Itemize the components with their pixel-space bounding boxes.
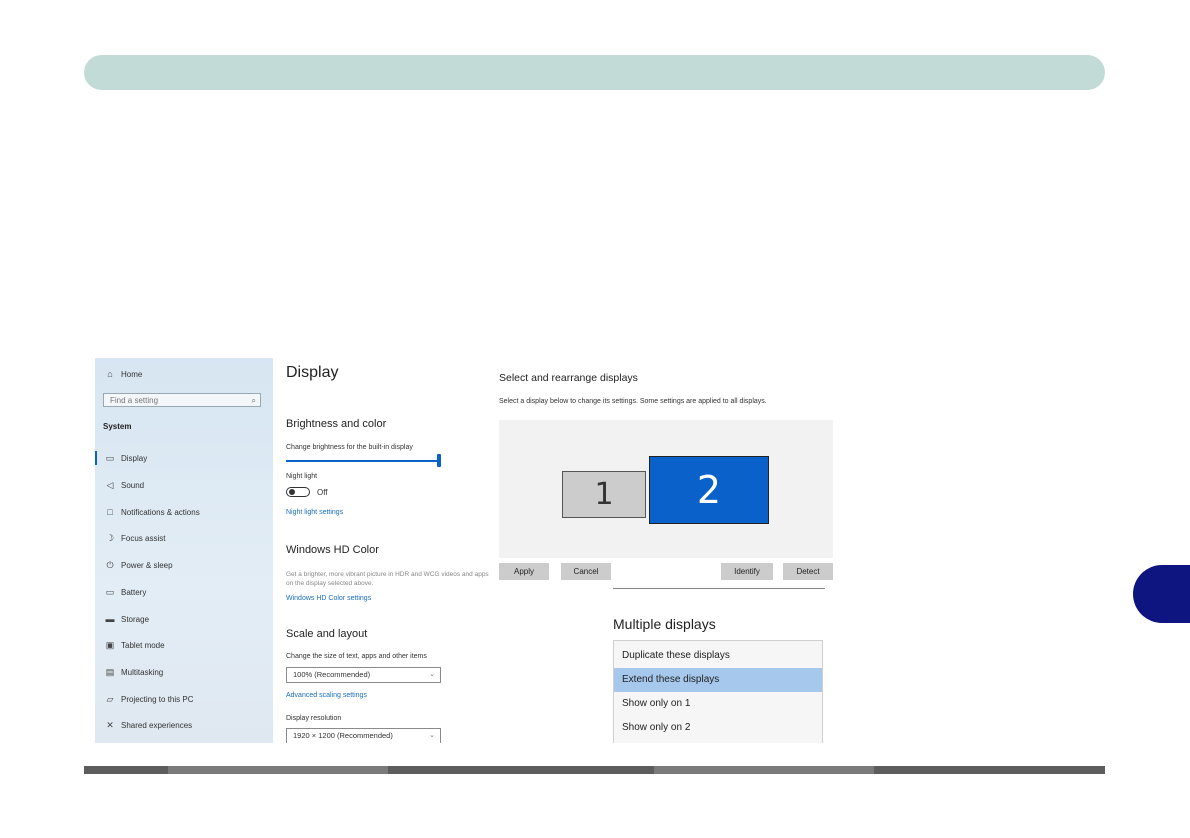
chapter-tab bbox=[1133, 565, 1190, 623]
sidebar-item-label: Home bbox=[121, 369, 143, 379]
sidebar-item-power-sleep[interactable]: ⏻ Power & sleep bbox=[95, 555, 273, 575]
night-light-toggle[interactable] bbox=[286, 487, 310, 497]
divider bbox=[613, 588, 825, 589]
night-light-state: Off bbox=[317, 488, 328, 497]
power-icon: ⏻ bbox=[106, 559, 114, 570]
brightness-slider-thumb[interactable] bbox=[437, 454, 441, 467]
multiple-displays-title: Multiple displays bbox=[613, 616, 716, 632]
sidebar-item-label: Power & sleep bbox=[121, 560, 173, 570]
sidebar-item-home[interactable]: ⌂ Home bbox=[95, 364, 273, 384]
night-light-label: Night light bbox=[286, 473, 318, 480]
sidebar: ⌂ Home Find a setting ⌕ System ▭ Display… bbox=[95, 358, 273, 743]
arrange-title: Select and rearrange displays bbox=[499, 372, 638, 384]
header-band bbox=[84, 55, 1105, 90]
monitor-2[interactable]: 2 bbox=[649, 456, 769, 524]
sidebar-item-shared-experiences[interactable]: ✕ Shared experiences bbox=[95, 715, 273, 735]
sidebar-item-multitasking[interactable]: ▤ Multitasking bbox=[95, 662, 273, 682]
chevron-down-icon: ⌄ bbox=[429, 732, 435, 739]
advanced-scaling-link[interactable]: Advanced scaling settings bbox=[286, 692, 367, 699]
identify-button[interactable]: Identify bbox=[721, 563, 773, 580]
sidebar-item-tablet-mode[interactable]: ▣ Tablet mode bbox=[95, 635, 273, 655]
search-icon: ⌕ bbox=[251, 396, 256, 405]
apply-button[interactable]: Apply bbox=[499, 563, 549, 580]
resolution-dropdown[interactable]: 1920 × 1200 (Recommended) ⌄ bbox=[286, 728, 441, 743]
sidebar-item-label: Focus assist bbox=[121, 533, 166, 543]
page-title: Display bbox=[286, 364, 339, 381]
brightness-slider-track[interactable] bbox=[286, 460, 440, 462]
option-show-only-1[interactable]: Show only on 1 bbox=[614, 692, 822, 716]
sidebar-item-storage[interactable]: ▬ Storage bbox=[95, 609, 273, 629]
section-label: System bbox=[103, 422, 132, 431]
search-input[interactable]: Find a setting ⌕ bbox=[103, 393, 261, 407]
footer-rule-segment bbox=[168, 766, 388, 774]
sidebar-item-label: Battery bbox=[121, 587, 147, 597]
moon-icon: ☽ bbox=[105, 532, 115, 543]
option-duplicate[interactable]: Duplicate these displays bbox=[614, 644, 822, 668]
hdr-description: Get a brighter, more vibrant picture in … bbox=[286, 571, 489, 587]
scale-dropdown-value: 100% (Recommended) bbox=[293, 670, 371, 679]
arrange-panel: Select and rearrange displays Select a d… bbox=[499, 358, 835, 743]
option-extend[interactable]: Extend these displays bbox=[614, 668, 822, 692]
sidebar-item-notifications[interactable]: □ Notifications & actions bbox=[95, 502, 273, 522]
sidebar-item-label: Tablet mode bbox=[121, 640, 165, 650]
sidebar-item-label: Projecting to this PC bbox=[121, 694, 194, 704]
sidebar-item-label: Shared experiences bbox=[121, 720, 193, 730]
brightness-slider-label: Change brightness for the built-in displ… bbox=[286, 444, 413, 451]
monitor-icon: ▭ bbox=[105, 452, 115, 463]
search-placeholder: Find a setting bbox=[110, 396, 159, 405]
resolution-dropdown-value: 1920 × 1200 (Recommended) bbox=[293, 731, 393, 740]
display-settings-panel: Display Brightness and color Change brig… bbox=[286, 358, 491, 743]
sidebar-item-label: Storage bbox=[121, 614, 150, 624]
option-show-only-2[interactable]: Show only on 2 bbox=[614, 716, 822, 740]
sidebar-item-sound[interactable]: ◁ Sound bbox=[95, 475, 273, 495]
cancel-button[interactable]: Cancel bbox=[561, 563, 611, 580]
scale-dropdown[interactable]: 100% (Recommended) ⌄ bbox=[286, 667, 441, 683]
sidebar-item-label: Display bbox=[121, 453, 148, 463]
multiple-displays-dropdown[interactable]: Duplicate these displays Extend these di… bbox=[613, 640, 823, 743]
arrange-subtitle: Select a display below to change its set… bbox=[499, 398, 767, 405]
multitasking-icon: ▤ bbox=[105, 666, 115, 677]
resolution-label: Display resolution bbox=[286, 715, 342, 722]
night-light-settings-link[interactable]: Night light settings bbox=[286, 509, 343, 516]
sidebar-item-label: Multitasking bbox=[121, 667, 164, 677]
battery-icon: ▭ bbox=[105, 586, 115, 597]
scale-size-label: Change the size of text, apps and other … bbox=[286, 653, 427, 660]
chevron-down-icon: ⌄ bbox=[429, 671, 435, 678]
footer-rule-segment bbox=[654, 766, 874, 774]
monitor-1[interactable]: 1 bbox=[562, 471, 646, 518]
sidebar-item-battery[interactable]: ▭ Battery bbox=[95, 582, 273, 602]
sidebar-item-label: Notifications & actions bbox=[121, 507, 200, 517]
sidebar-item-label: Sound bbox=[121, 480, 145, 490]
home-icon: ⌂ bbox=[107, 369, 113, 379]
tablet-icon: ▣ bbox=[105, 639, 115, 650]
detect-button[interactable]: Detect bbox=[783, 563, 833, 580]
sidebar-item-projecting[interactable]: ▱ Projecting to this PC bbox=[95, 689, 273, 709]
settings-window: ⌂ Home Find a setting ⌕ System ▭ Display… bbox=[95, 358, 835, 743]
scale-heading: Scale and layout bbox=[286, 628, 368, 640]
hdr-heading: Windows HD Color bbox=[286, 544, 379, 556]
footer-rule bbox=[84, 766, 1105, 774]
brightness-heading: Brightness and color bbox=[286, 418, 387, 430]
hdr-settings-link[interactable]: Windows HD Color settings bbox=[286, 595, 371, 602]
shared-icon: ✕ bbox=[106, 719, 114, 730]
sidebar-item-focus-assist[interactable]: ☽ Focus assist bbox=[95, 528, 273, 548]
speaker-icon: ◁ bbox=[106, 479, 114, 490]
sidebar-item-display[interactable]: ▭ Display bbox=[95, 448, 273, 468]
notification-icon: □ bbox=[107, 507, 113, 517]
projector-icon: ▱ bbox=[106, 693, 114, 704]
storage-icon: ▬ bbox=[105, 614, 115, 624]
